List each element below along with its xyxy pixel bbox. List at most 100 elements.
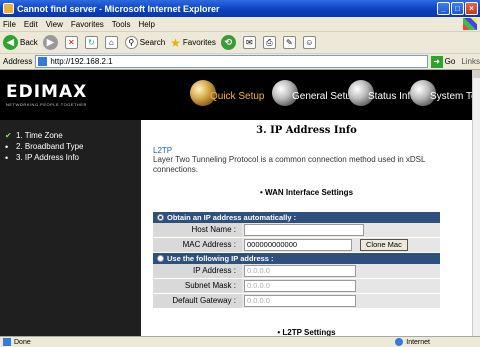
search-icon: ⚲ bbox=[124, 36, 138, 49]
security-zone: Internet bbox=[395, 338, 430, 346]
manual-ip-option[interactable]: Use the following IP address : bbox=[153, 253, 440, 264]
section-title: L2TP bbox=[153, 146, 173, 155]
auto-ip-option[interactable]: Obtain an IP address automatically : bbox=[153, 212, 440, 223]
sidebar: ✔ 1. Time Zone • 2. Broadband Type • 3. … bbox=[0, 120, 141, 336]
nav-general-setup[interactable]: General Setup bbox=[272, 80, 357, 106]
host-name-input[interactable] bbox=[244, 224, 364, 236]
maximize-button[interactable]: □ bbox=[451, 2, 464, 15]
refresh-button[interactable]: ↻ bbox=[84, 36, 100, 49]
mac-address-input[interactable]: 000000000000 bbox=[244, 239, 352, 251]
scroll-up-arrow-icon[interactable] bbox=[473, 70, 480, 78]
bullet-icon: • bbox=[5, 141, 9, 152]
page-icon bbox=[38, 57, 48, 66]
stop-icon: ✕ bbox=[64, 36, 78, 49]
mail-icon: ✉ bbox=[242, 36, 256, 49]
l2tp-settings-title: L2TP Settings bbox=[282, 328, 336, 336]
nav-system-tools[interactable]: System Tools bbox=[410, 80, 472, 106]
window-titlebar: Cannot find server - Microsoft Internet … bbox=[0, 0, 480, 17]
stop-button[interactable]: ✕ bbox=[64, 36, 80, 49]
menu-file[interactable]: File bbox=[3, 20, 16, 29]
ip-address-row: IP Address : 0.0.0.0 bbox=[153, 264, 440, 279]
clone-mac-button[interactable]: Clone Mac bbox=[360, 239, 408, 251]
nav-label: Status Info bbox=[368, 91, 416, 102]
history-button[interactable]: ⟲ bbox=[220, 35, 238, 50]
back-button[interactable]: ◀ Back bbox=[3, 35, 38, 50]
go-button[interactable]: ➜ Go bbox=[430, 55, 456, 68]
home-icon: ⌂ bbox=[104, 36, 118, 49]
address-bar: Address http://192.168.2.1 ➜ Go Links bbox=[0, 54, 480, 70]
sidebar-item-ip-address-info[interactable]: • 3. IP Address Info bbox=[0, 152, 141, 163]
print-icon: ⎙ bbox=[262, 36, 276, 49]
logo-tagline: NETWORKING PEOPLE TOGETHER bbox=[6, 102, 87, 107]
forward-arrow-icon: ▶ bbox=[42, 35, 58, 50]
default-gateway-input[interactable]: 0.0.0.0 bbox=[244, 295, 356, 307]
status-text: Done bbox=[14, 338, 31, 346]
windows-logo-icon bbox=[463, 18, 477, 30]
go-arrow-icon: ➜ bbox=[430, 55, 443, 68]
subnet-mask-input[interactable]: 0.0.0.0 bbox=[244, 280, 356, 292]
ip-address-input[interactable]: 0.0.0.0 bbox=[244, 265, 356, 277]
header-banner: EDIMAX NETWORKING PEOPLE TOGETHER Quick … bbox=[0, 70, 472, 120]
mac-address-label: MAC Address : bbox=[153, 238, 242, 252]
nav-status-info[interactable]: Status Info bbox=[348, 80, 416, 106]
nav-quick-setup[interactable]: Quick Setup bbox=[190, 80, 264, 106]
menu-view[interactable]: View bbox=[46, 20, 63, 29]
home-button[interactable]: ⌂ bbox=[104, 36, 120, 49]
forward-button[interactable]: ▶ bbox=[42, 35, 60, 50]
refresh-icon: ↻ bbox=[84, 36, 98, 49]
auto-ip-radio[interactable] bbox=[157, 214, 164, 221]
check-icon: ✔ bbox=[5, 131, 12, 140]
mail-button[interactable]: ✉ bbox=[242, 36, 258, 49]
go-label: Go bbox=[444, 57, 456, 66]
menu-help[interactable]: Help bbox=[138, 20, 154, 29]
messenger-button[interactable]: ☺ bbox=[302, 36, 318, 49]
favorites-label: Favorites bbox=[182, 38, 216, 47]
wan-settings-header: • WAN Interface Settings bbox=[259, 188, 354, 197]
sidebar-item-broadband-type[interactable]: • 2. Broadband Type bbox=[0, 141, 141, 152]
search-label: Search bbox=[139, 38, 166, 47]
page-title: 3. IP Address Info bbox=[256, 125, 357, 136]
sidebar-item-time-zone[interactable]: ✔ 1. Time Zone bbox=[0, 130, 141, 141]
subnet-mask-label: Subnet Mask : bbox=[153, 279, 242, 293]
search-button[interactable]: ⚲ Search bbox=[124, 36, 166, 49]
zone-label: Internet bbox=[406, 338, 430, 346]
vertical-scrollbar[interactable] bbox=[472, 70, 480, 336]
back-arrow-icon: ◀ bbox=[3, 35, 18, 50]
edit-button[interactable]: ✎ bbox=[282, 36, 298, 49]
mac-address-row: MAC Address : 000000000000 Clone Mac bbox=[153, 238, 440, 253]
links-button[interactable]: Links bbox=[461, 57, 480, 66]
ie-icon bbox=[3, 3, 14, 14]
default-gateway-row: Default Gateway : 0.0.0.0 bbox=[153, 294, 440, 309]
status-bar: Done Internet bbox=[0, 336, 480, 347]
star-icon: ★ bbox=[170, 35, 181, 50]
close-button[interactable]: × bbox=[465, 2, 478, 15]
edit-icon: ✎ bbox=[282, 36, 296, 49]
nav-label: Quick Setup bbox=[210, 91, 265, 102]
host-name-label: Host Name : bbox=[153, 223, 242, 237]
address-input[interactable]: http://192.168.2.1 bbox=[35, 55, 428, 68]
window-controls: _ □ × bbox=[437, 2, 478, 15]
menu-bar: File Edit View Favorites Tools Help bbox=[0, 17, 480, 32]
browser-toolbar: ◀ Back ▶ ✕ ↻ ⌂ ⚲ Search ★ Favorites ⟲ ✉ … bbox=[0, 32, 480, 54]
ip-address-label: IP Address : bbox=[153, 264, 242, 278]
print-button[interactable]: ⎙ bbox=[262, 36, 278, 49]
page-done-icon bbox=[3, 338, 11, 346]
minimize-button[interactable]: _ bbox=[437, 2, 450, 15]
nav-label: General Setup bbox=[292, 91, 357, 102]
history-icon: ⟲ bbox=[220, 35, 236, 50]
favorites-button[interactable]: ★ Favorites bbox=[170, 36, 216, 50]
wan-settings-title: WAN Interface Settings bbox=[265, 188, 354, 197]
menu-tools[interactable]: Tools bbox=[112, 20, 131, 29]
manual-ip-radio[interactable] bbox=[157, 255, 164, 262]
address-url: http://192.168.2.1 bbox=[50, 57, 113, 66]
menu-edit[interactable]: Edit bbox=[24, 20, 38, 29]
manual-ip-label: Use the following IP address : bbox=[167, 254, 274, 263]
sidebar-item-label: 2. Broadband Type bbox=[16, 142, 84, 151]
subnet-mask-row: Subnet Mask : 0.0.0.0 bbox=[153, 279, 440, 294]
l2tp-settings-header: • L2TP Settings bbox=[277, 328, 336, 336]
default-gateway-label: Default Gateway : bbox=[153, 294, 242, 308]
host-name-row: Host Name : bbox=[153, 223, 440, 238]
menu-favorites[interactable]: Favorites bbox=[71, 20, 104, 29]
messenger-icon: ☺ bbox=[302, 36, 316, 49]
internet-zone-icon bbox=[395, 338, 404, 346]
